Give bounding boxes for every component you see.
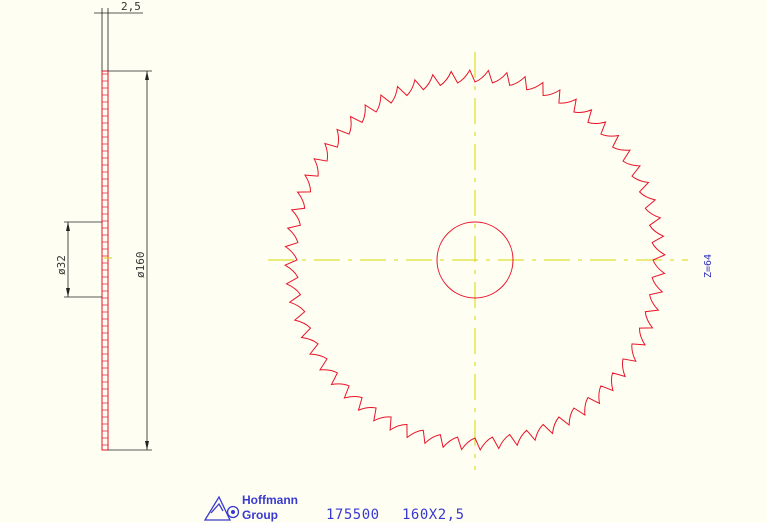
outer-diameter-arrow-top [145,71,149,80]
side-view-tooth-marks [102,73,108,446]
logo-gear-hub-icon [231,510,235,514]
side-view: 2,5 ø160 ø32 [55,0,152,451]
hub-diameter-label: ø32 [55,255,68,275]
side-view-blade-profile [101,70,109,451]
title-block: Hoffmann Group 175500 160X2,5 [203,493,465,523]
teeth-count-label: Z=64 [703,254,714,278]
part-size: 160X2,5 [402,507,465,523]
thickness-dimension-label: 2,5 [121,0,141,13]
outer-diameter-arrow-bottom [145,441,149,450]
hub-diameter-arrow-top [66,222,70,231]
hoffmann-logo: Hoffmann Group [203,493,298,522]
outer-diameter-label: ø160 [134,252,147,279]
logo-figure-icon [210,502,224,514]
technical-drawing: 2,5 ø160 ø32 Z=64 Hoffmann Group 175500 … [55,0,714,523]
logo-triangle-icon [203,495,232,521]
part-number: 175500 [326,507,380,523]
brand-name: Hoffmann [242,493,298,507]
hub-diameter-arrow-bottom [66,288,70,297]
brand-group: Group [242,508,278,522]
front-view: Z=64 [268,52,714,470]
